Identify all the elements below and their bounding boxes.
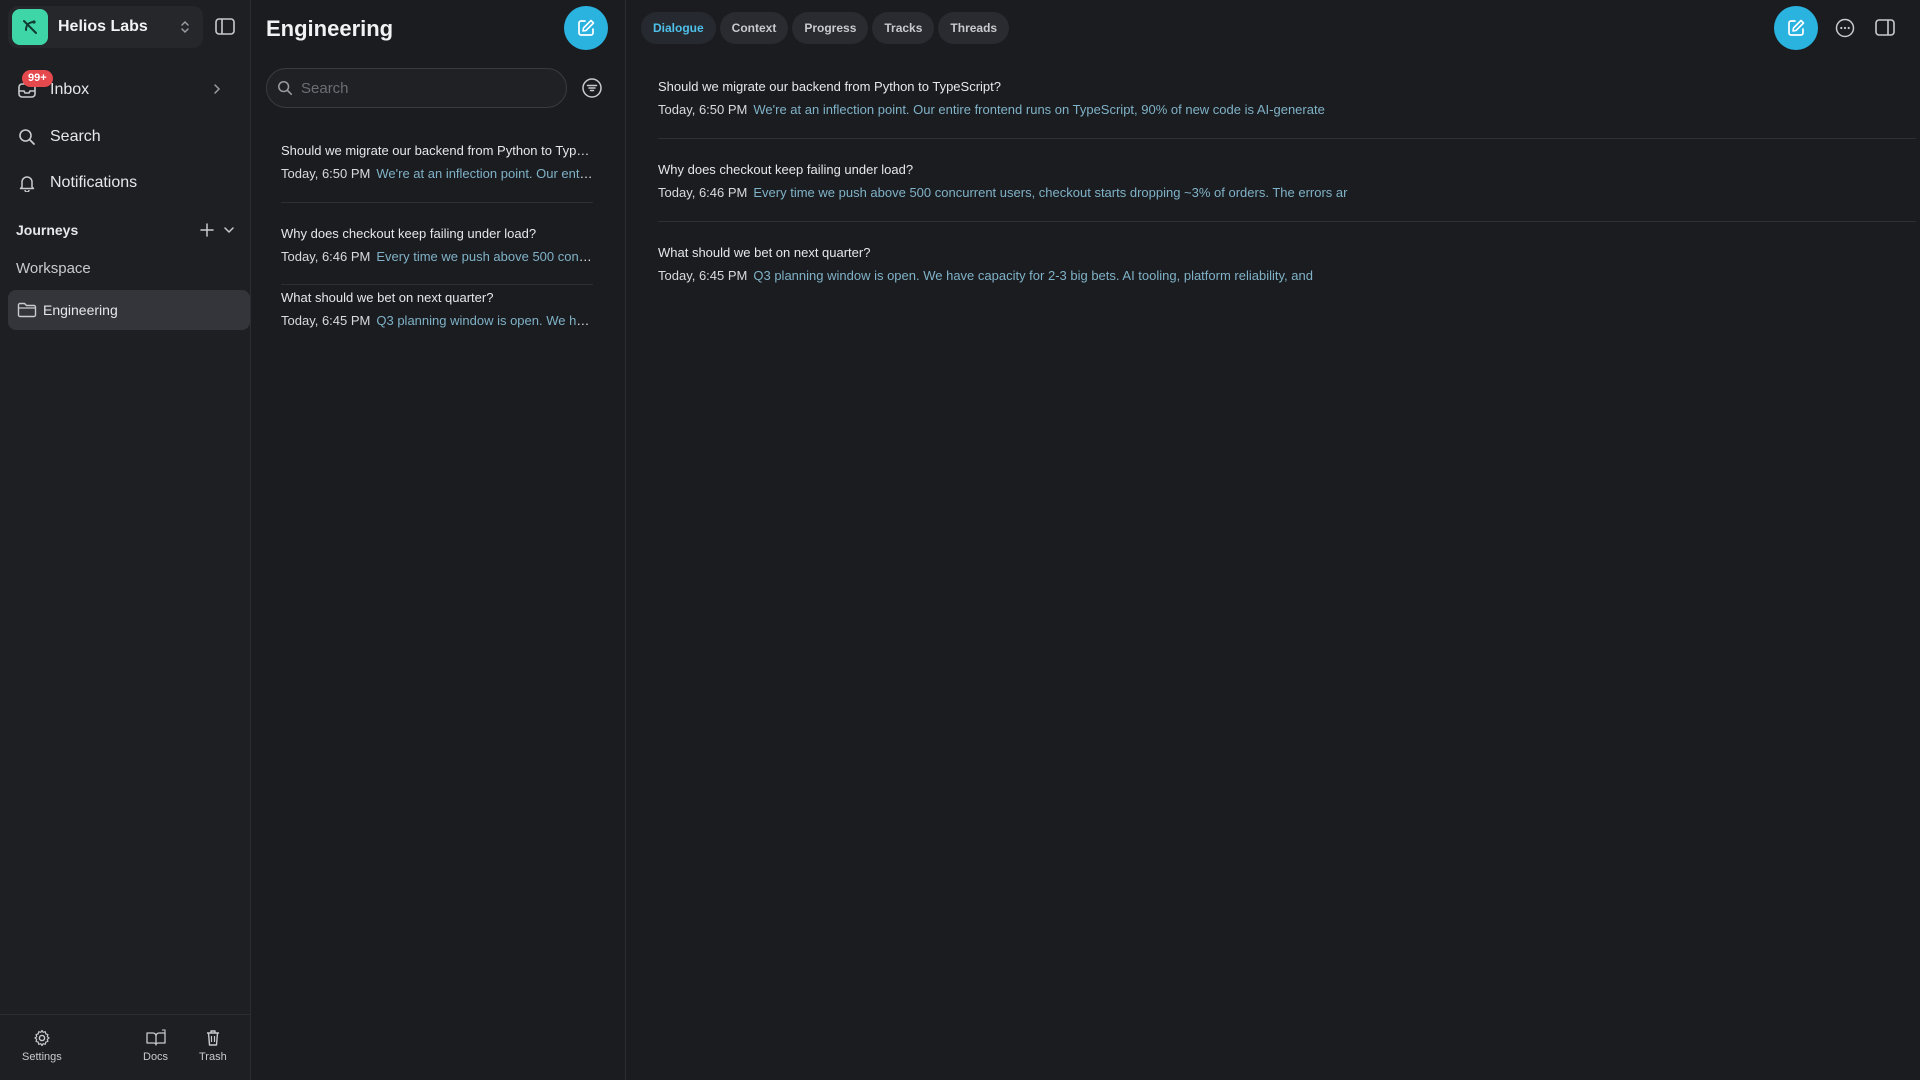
thread-title: What should we bet on next quarter? (658, 245, 871, 260)
thread-title: Should we migrate our backend from Pytho… (658, 79, 1002, 94)
divider (281, 202, 593, 203)
main-panel: Dialogue Context Progress Tracks Threads… (626, 0, 1920, 1080)
search-icon (16, 126, 38, 148)
sidebar-item-label: Notifications (50, 174, 138, 191)
thread-title: Why does checkout keep failing under loa… (658, 162, 914, 177)
search-input[interactable] (301, 79, 541, 97)
gear-icon (34, 1029, 50, 1047)
workspace-switcher[interactable]: Helios Labs (8, 6, 203, 48)
chevron-right-icon (213, 82, 221, 100)
compose-button[interactable] (1774, 6, 1818, 50)
sidebar-toggle-icon[interactable] (214, 17, 236, 37)
docs-label: Docs (143, 1051, 169, 1063)
chevron-up-down-icon (177, 17, 193, 37)
trash-icon (206, 1030, 219, 1046)
tab-context[interactable]: Context (719, 12, 789, 44)
sidebar-item-engineering[interactable]: Engineering (8, 290, 250, 330)
divider (658, 138, 1916, 139)
tab-progress[interactable]: Progress (792, 12, 869, 44)
thread-date: Today, 6:50 PM (658, 102, 748, 117)
trash-button[interactable]: Trash (199, 1029, 227, 1063)
tab-dialogue[interactable]: Dialogue (641, 12, 716, 44)
compose-icon (578, 19, 595, 36)
thread-date: Today, 6:45 PM (281, 313, 371, 328)
journeys-header: Journeys (16, 220, 238, 240)
plus-icon[interactable] (198, 221, 216, 239)
table-row[interactable]: Why does checkout keep failing under loa… (658, 162, 1916, 200)
thread-preview: We're at an inflection point. Our entire… (376, 166, 593, 181)
sidebar-item-label: Engineering (43, 302, 118, 318)
search-icon (278, 81, 293, 96)
sidebar-item-label: Search (50, 128, 101, 145)
list-item[interactable]: What should we bet on next quarter? Toda… (281, 290, 593, 328)
thread-date: Today, 6:46 PM (658, 185, 748, 200)
sidebar-item-search[interactable]: Search (16, 123, 101, 151)
thread-date: Today, 6:46 PM (281, 249, 371, 264)
sidebar: Helios Labs 99+ Inbox Search Notificatio… (0, 0, 251, 1080)
list-title: Engineering (266, 16, 394, 41)
divider (281, 284, 593, 285)
journeys-label: Journeys (16, 222, 79, 238)
thread-date: Today, 6:50 PM (281, 166, 371, 181)
app-root: Helios Labs 99+ Inbox Search Notificatio… (0, 0, 1920, 1080)
table-row[interactable]: Should we migrate our backend from Pytho… (658, 79, 1916, 117)
thread-list-panel: Engineering Should we migrate our backen… (251, 0, 626, 1080)
thread-search[interactable] (266, 68, 567, 108)
bell-icon (16, 172, 38, 194)
thread-title: What should we bet on next quarter? (281, 290, 494, 305)
right-panel-toggle-icon[interactable] (1872, 15, 1898, 41)
new-thread-button[interactable] (564, 6, 608, 50)
list-item[interactable]: Why does checkout keep failing under loa… (281, 226, 593, 264)
workspace-logo-icon (12, 9, 48, 45)
folder-icon (17, 301, 37, 319)
book-icon (145, 1029, 166, 1046)
docs-button[interactable]: Docs (143, 1029, 168, 1063)
thread-title: Should we migrate our backend from Pytho… (281, 143, 593, 158)
chevron-down-icon[interactable] (220, 221, 238, 239)
tab-tracks[interactable]: Tracks (872, 12, 935, 44)
workspace-name: Helios Labs (58, 18, 148, 35)
thread-date: Today, 6:45 PM (658, 268, 748, 283)
thread-title: Why does checkout keep failing under loa… (281, 226, 537, 241)
thread-preview: Q3 planning window is open. We have capa… (753, 268, 1313, 283)
sidebar-item-inbox[interactable]: 99+ Inbox (16, 70, 221, 104)
settings-label: Settings (22, 1051, 62, 1063)
more-options-icon[interactable] (1832, 15, 1858, 41)
thread-preview: Q3 planning window is open. We have capa… (376, 313, 593, 328)
tab-threads[interactable]: Threads (938, 12, 1010, 44)
top-actions (1774, 6, 1898, 50)
workspace-section-label[interactable]: Workspace (16, 260, 91, 277)
settings-button[interactable]: Settings (22, 1029, 62, 1063)
filter-icon[interactable] (581, 77, 603, 99)
thread-preview: Every time we push above 500 concurrent … (753, 185, 1348, 200)
trash-label: Trash (199, 1051, 227, 1063)
list-item[interactable]: Should we migrate our backend from Pytho… (281, 143, 593, 181)
inbox-count-badge: 99+ (22, 70, 53, 87)
thread-preview: Every time we push above 500 concurrent … (376, 249, 593, 264)
table-row[interactable]: What should we bet on next quarter? Toda… (658, 245, 1916, 283)
sidebar-item-label: Inbox (50, 81, 90, 98)
sidebar-footer: Settings Docs Trash (0, 1014, 251, 1080)
sidebar-item-notifications[interactable]: Notifications (16, 169, 137, 197)
compose-icon (1788, 19, 1805, 36)
thread-preview: We're at an inflection point. Our entire… (753, 102, 1325, 117)
view-tabs: Dialogue Context Progress Tracks Threads (641, 12, 1010, 44)
divider (658, 221, 1916, 222)
